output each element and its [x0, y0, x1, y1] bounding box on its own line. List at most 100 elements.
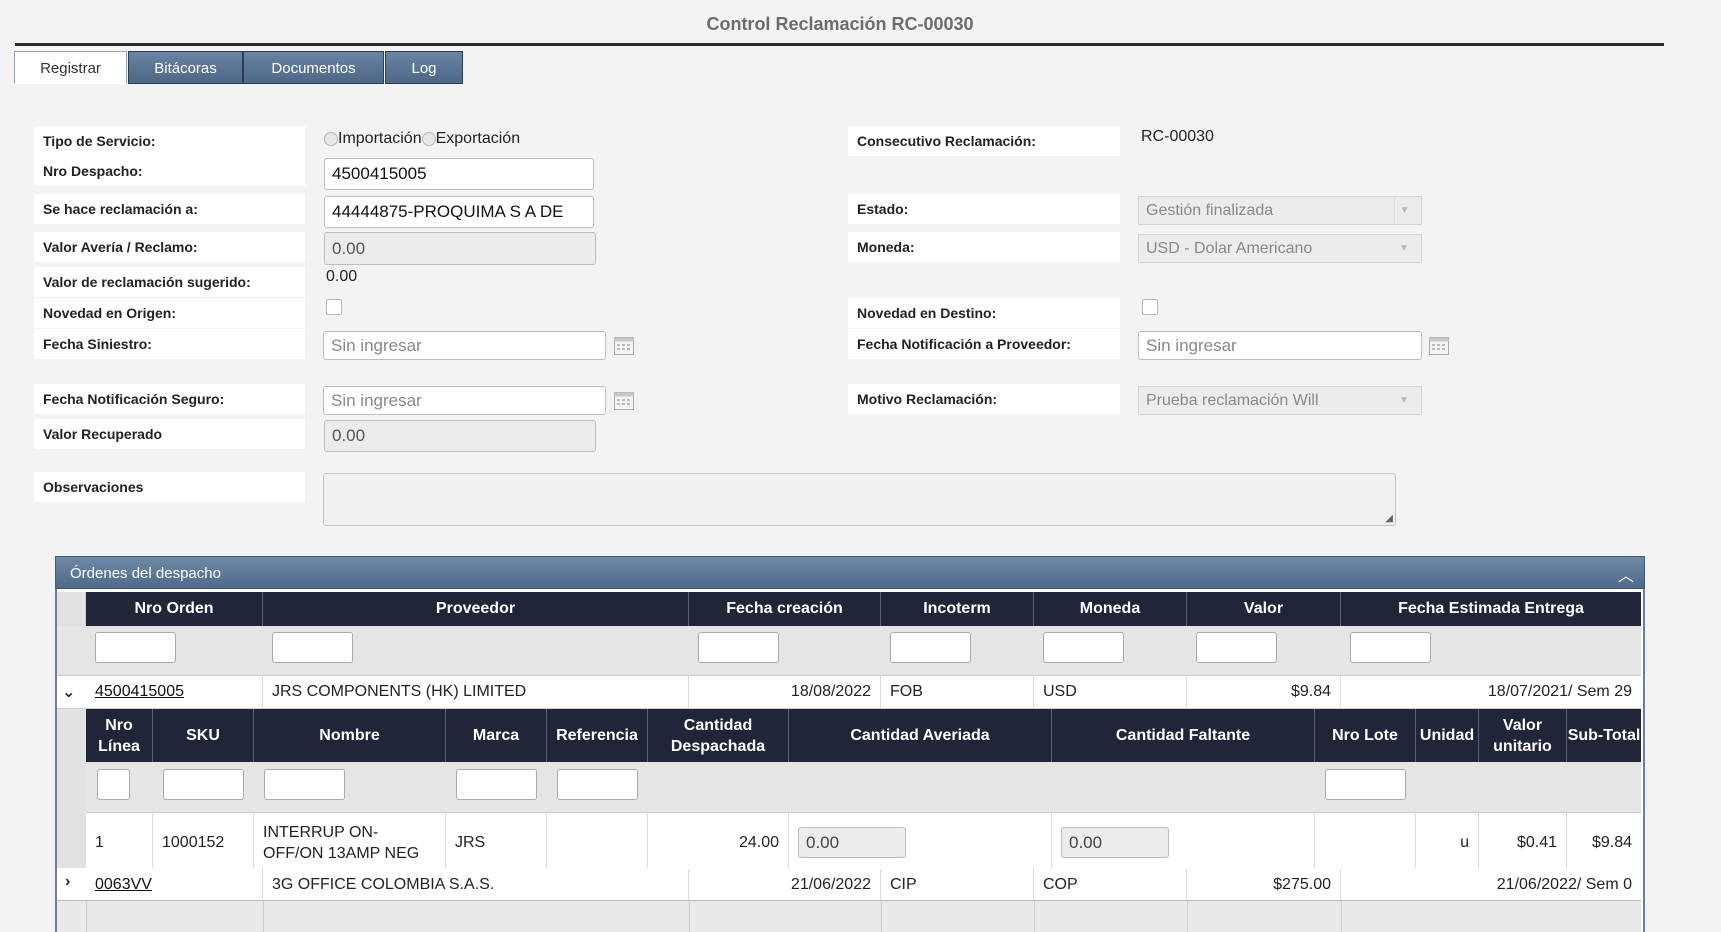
filter-valor-input[interactable]	[1196, 632, 1277, 663]
consecutivo-label: Consecutivo Reclamación:	[848, 126, 1120, 156]
chevron-down-icon[interactable]: ⌄	[62, 682, 75, 702]
col-nombre[interactable]: Nombre	[254, 709, 446, 762]
col-incoterm[interactable]: Incoterm	[881, 592, 1034, 626]
moneda-select[interactable]: USD - Dolar Americano ▼	[1138, 234, 1422, 263]
resize-handle-icon[interactable]: ◢	[1385, 513, 1393, 524]
detail-sku-cell: 1000152	[153, 813, 254, 872]
filter-nombre-input[interactable]	[264, 769, 345, 800]
observaciones-label: Observaciones	[34, 472, 305, 502]
col-valor[interactable]: Valor	[1187, 592, 1341, 626]
filter-fecha-creacion-input[interactable]	[698, 632, 779, 663]
detail-subtotal-cell: $9.84	[1591, 833, 1632, 851]
motivo-label: Motivo Reclamación:	[848, 384, 1120, 414]
estado-select[interactable]: Gestión finalizada ▼	[1138, 196, 1422, 225]
cantidad-averiada-input[interactable]: 0.00	[798, 827, 906, 858]
col-cantidad-faltante[interactable]: Cantidad Faltante	[1052, 709, 1315, 762]
col-nro-linea[interactable]: Nro Línea	[86, 709, 153, 762]
col-nro-orden[interactable]: Nro Orden	[86, 592, 263, 626]
order-nro-link[interactable]: 0063VV	[95, 876, 152, 894]
detail-indent	[57, 709, 86, 873]
order-proveedor-cell: 3G OFFICE COLOMBIA S.A.S.	[263, 869, 689, 900]
col-nro-lote[interactable]: Nro Lote	[1315, 709, 1416, 762]
col-fecha-estimada-entrega[interactable]: Fecha Estimada Entrega	[1341, 592, 1641, 626]
estado-label: Estado:	[848, 194, 1120, 224]
valor-averia-input[interactable]: 0.00	[324, 232, 596, 265]
moneda-label: Moneda:	[848, 232, 1120, 262]
filter-nro-linea-input[interactable]	[97, 769, 130, 800]
empty-table-row	[57, 901, 1641, 932]
exportacion-label: Exportación	[435, 130, 521, 147]
valor-recuperado-input[interactable]: 0.00	[324, 420, 596, 452]
col-sku[interactable]: SKU	[153, 709, 254, 762]
detail-nombre-cell: INTERRUP ON-OFF/ON 13AMP NEG	[254, 813, 446, 872]
fecha-siniestro-label: Fecha Siniestro:	[34, 329, 305, 359]
novedad-origen-checkbox[interactable]	[326, 299, 342, 315]
valor-recuperado-label: Valor Recuperado	[34, 419, 305, 449]
order-moneda-cell: COP	[1034, 869, 1187, 900]
calendar-icon[interactable]	[1429, 337, 1449, 355]
col-sub-total[interactable]: Sub-Total	[1567, 709, 1641, 762]
chevron-down-icon: ▼	[1399, 395, 1409, 406]
importacion-label: Importación	[338, 130, 422, 147]
order-nro-cell: 0063VV	[86, 869, 263, 900]
order-valor-cell: $275.00	[1187, 869, 1341, 900]
observaciones-textarea[interactable]: ◢	[323, 473, 1396, 526]
col-proveedor[interactable]: Proveedor	[263, 592, 689, 626]
cantidad-faltante-input[interactable]: 0.00	[1061, 827, 1169, 858]
tab-registrar[interactable]: Registrar	[14, 51, 127, 84]
novedad-destino-checkbox[interactable]	[1142, 299, 1158, 315]
col-cantidad-averiada[interactable]: Cantidad Averiada	[789, 709, 1052, 762]
valor-averia-label: Valor Avería / Reclamo:	[34, 232, 305, 262]
order-proveedor-cell: JRS COMPONENTS (HK) LIMITED	[263, 676, 689, 708]
filter-nro-orden-input[interactable]	[95, 632, 176, 663]
tab-log[interactable]: Log	[385, 51, 463, 84]
reclamacion-a-input[interactable]: 44444875-PROQUIMA S A DE	[324, 196, 594, 228]
filter-proveedor-input[interactable]	[272, 632, 353, 663]
tab-documentos[interactable]: Documentos	[243, 51, 384, 84]
orders-panel-header[interactable]: Órdenes del despacho ︿	[55, 556, 1645, 589]
filter-sku-input[interactable]	[163, 769, 244, 800]
detail-referencia-cell	[547, 813, 648, 872]
detail-faltante-cell: 0.00	[1052, 813, 1315, 872]
collapse-chevron-up-icon[interactable]: ︿	[1618, 562, 1634, 586]
col-valor-unitario[interactable]: Valor unitario	[1479, 709, 1567, 762]
fecha-notif-seguro-label: Fecha Notificación Seguro:	[34, 384, 305, 414]
valor-sugerido-value: 0.00	[326, 268, 358, 285]
motivo-select[interactable]: Prueba reclamación Will ▼	[1138, 386, 1422, 415]
filter-referencia-input[interactable]	[557, 769, 638, 800]
nro-despacho-label: Nro Despacho:	[34, 156, 305, 186]
tab-bitacoras[interactable]: Bitácoras	[128, 51, 243, 84]
filter-fecha-entrega-input[interactable]	[1350, 632, 1431, 663]
calendar-icon[interactable]	[614, 392, 634, 410]
fecha-notif-proveedor-input[interactable]: Sin ingresar	[1138, 331, 1422, 360]
order-moneda-cell: USD	[1034, 676, 1187, 708]
nro-despacho-input[interactable]: 4500415005	[324, 158, 594, 190]
chevron-down-icon: ▼	[1399, 243, 1409, 254]
fecha-notif-proveedor-label: Fecha Notificación a Proveedor:	[848, 329, 1120, 359]
order-entrega-cell: 18/07/2021/ Sem 29	[1487, 683, 1632, 700]
tipo-servicio-label: Tipo de Servicio:	[34, 126, 305, 156]
filter-incoterm-input[interactable]	[890, 632, 971, 663]
filter-moneda-input[interactable]	[1043, 632, 1124, 663]
col-marca[interactable]: Marca	[446, 709, 547, 762]
tipo-servicio-radio-group: Importación Exportación	[324, 130, 520, 148]
chevron-right-icon[interactable]: ›	[65, 873, 70, 891]
importacion-radio[interactable]	[324, 132, 338, 146]
exportacion-radio[interactable]	[421, 132, 436, 146]
fecha-notif-seguro-input[interactable]: Sin ingresar	[323, 386, 606, 415]
col-moneda[interactable]: Moneda	[1034, 592, 1187, 626]
fecha-siniestro-input[interactable]: Sin ingresar	[323, 331, 606, 360]
order-nro-link[interactable]: 4500415005	[95, 683, 184, 701]
novedad-destino-label: Novedad en Destino:	[848, 298, 1120, 328]
col-unidad[interactable]: Unidad	[1416, 709, 1479, 762]
detail-marca-cell: JRS	[446, 813, 547, 872]
order-fecha-cell: 18/08/2022	[689, 676, 881, 708]
col-referencia[interactable]: Referencia	[547, 709, 648, 762]
filter-marca-input[interactable]	[456, 769, 537, 800]
filter-nro-lote-input[interactable]	[1325, 769, 1406, 800]
col-cantidad-despachada[interactable]: Cantidad Despachada	[648, 709, 789, 762]
page-title: Control Reclamación RC-00030	[706, 14, 974, 34]
calendar-icon[interactable]	[614, 337, 634, 355]
valor-sugerido-label: Valor de reclamación sugerido:	[34, 267, 305, 297]
col-fecha-creacion[interactable]: Fecha creación	[689, 592, 881, 626]
